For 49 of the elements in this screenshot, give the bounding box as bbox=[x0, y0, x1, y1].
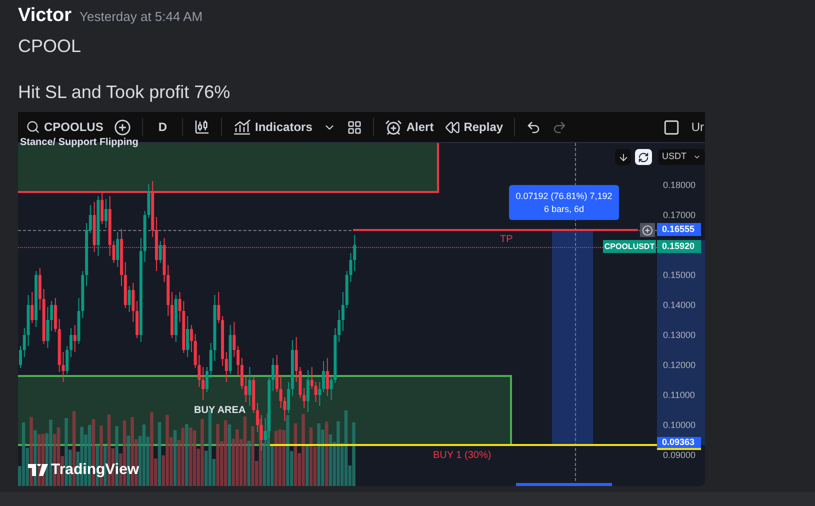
price-tag: 0.09363 bbox=[657, 437, 701, 450]
measure-change-text: 0.07192 (76.81%) 7,192 bbox=[516, 190, 612, 202]
author-name[interactable]: Victor bbox=[18, 2, 72, 30]
replay-button[interactable]: Replay bbox=[444, 118, 504, 136]
price-tick: 0.13000 bbox=[663, 330, 696, 340]
price-tick: 0.11000 bbox=[663, 390, 695, 400]
message-text: CPOOL bbox=[18, 34, 82, 58]
price-tick: 0.14000 bbox=[663, 300, 696, 310]
scrollbar[interactable] bbox=[516, 483, 612, 486]
arrow-down-icon bbox=[618, 152, 628, 162]
square-icon[interactable] bbox=[663, 118, 680, 136]
measure-duration-text: 6 bars, 6d bbox=[544, 202, 584, 216]
auto-scale-button[interactable] bbox=[635, 149, 652, 165]
price-tick: 0.17000 bbox=[663, 210, 696, 220]
price-tick: 0.18000 bbox=[663, 180, 696, 190]
price-tag: 0.15920 bbox=[657, 240, 701, 253]
refresh-icon bbox=[638, 152, 649, 162]
undo-icon[interactable] bbox=[526, 120, 542, 134]
layout-grid-icon[interactable] bbox=[347, 120, 362, 134]
logo-icon bbox=[28, 464, 48, 476]
indicators-button[interactable]: Indicators bbox=[233, 118, 312, 136]
message-timestamp: Yesterday at 5:44 AM bbox=[80, 8, 203, 26]
buy-area-label: BUY AREA bbox=[194, 404, 246, 418]
chart-line-icon bbox=[233, 119, 252, 135]
zone-label: Stance/ Support Flipping bbox=[20, 137, 138, 149]
scroll-down-button[interactable] bbox=[615, 149, 631, 165]
price-tick: 0.15000 bbox=[663, 270, 696, 280]
alarm-clock-icon bbox=[385, 118, 402, 136]
search-icon bbox=[26, 120, 40, 134]
add-icon[interactable] bbox=[114, 118, 132, 136]
tp-label: TP bbox=[500, 233, 513, 247]
logo-text: TradingView bbox=[51, 460, 140, 480]
price-tick: 0.12000 bbox=[663, 360, 696, 370]
chevron-down-icon bbox=[693, 153, 701, 161]
price-tag: 0.16555 bbox=[657, 223, 701, 236]
currency-dropdown[interactable]: USDT bbox=[658, 149, 705, 165]
price-tick: 0.10000 bbox=[663, 420, 696, 430]
alert-button[interactable]: Alert bbox=[385, 118, 434, 136]
price-tick: 0.09000 bbox=[663, 450, 696, 460]
message-text: Hit SL and Took profit 76% bbox=[18, 80, 232, 104]
symbol-tag: CPOOLUSDT bbox=[603, 240, 656, 253]
symbol-search[interactable]: CPOOLUS bbox=[26, 118, 104, 136]
rewind-icon bbox=[444, 120, 460, 134]
interval-button[interactable]: D bbox=[154, 118, 172, 136]
plus-circle-icon[interactable] bbox=[640, 223, 655, 237]
candlestick-icon[interactable] bbox=[194, 119, 210, 135]
buy-level-label: BUY 1 (30%) bbox=[433, 449, 492, 463]
toolbar-label[interactable]: Ur bbox=[691, 118, 704, 136]
redo-icon[interactable] bbox=[552, 120, 568, 134]
